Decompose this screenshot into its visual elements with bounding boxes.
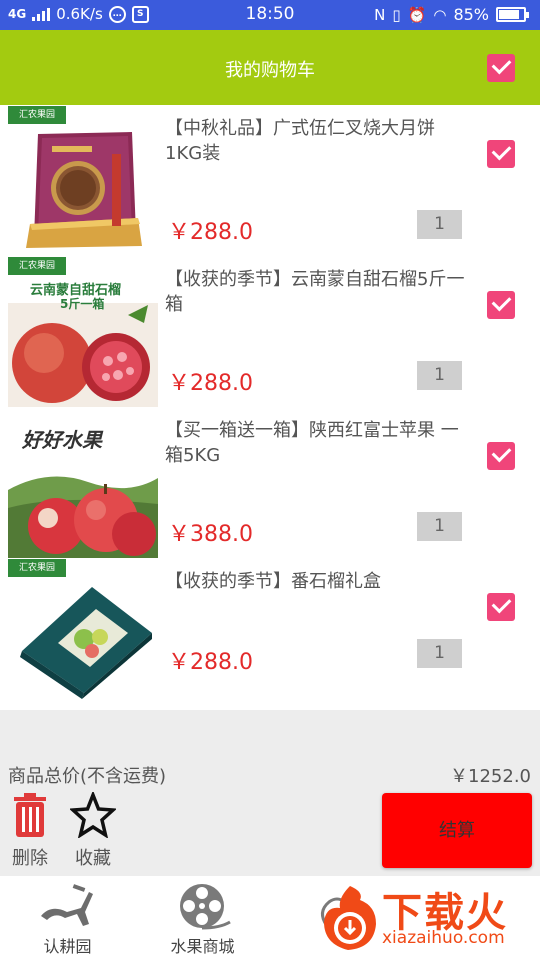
status-right: N ▯ ⏰ ◠ 85%: [374, 5, 529, 24]
brand-tag: 汇农果园: [8, 257, 66, 275]
item-checkbox[interactable]: [487, 291, 515, 319]
quantity-field[interactable]: 1: [417, 210, 462, 239]
pomegranate-sub: 5斤一箱: [60, 297, 105, 311]
product-title[interactable]: 【买一箱送一箱】陕西红富士苹果 一箱5KG: [165, 418, 465, 468]
cart-item: 好好水果 【买一箱送一箱】陕西红富士苹果 一箱5KG ￥388.0 1: [0, 408, 540, 560]
nfc-icon: N: [374, 5, 386, 24]
flame-logo-icon: [324, 886, 376, 950]
cart-item: 汇农果园 【收获的季节】番石榴礼盒 ￥288.0 1: [0, 559, 540, 711]
item-checkbox[interactable]: [487, 593, 515, 621]
page-title: 我的购物车: [225, 60, 315, 81]
product-title[interactable]: 【收获的季节】番石榴礼盒: [165, 569, 465, 594]
star-icon: [68, 790, 118, 839]
brand-tag: 汇农果园: [8, 106, 66, 124]
film-reel-icon: [180, 884, 231, 930]
product-price: ￥288.0: [168, 371, 253, 396]
product-image[interactable]: 汇农果园 云南蒙自甜石榴 5斤一箱: [8, 257, 158, 407]
favorite-label: 收藏: [75, 848, 111, 869]
item-checkbox[interactable]: [487, 442, 515, 470]
product-image[interactable]: 好好水果: [8, 408, 158, 558]
battery-icon: [496, 7, 529, 22]
guava-gift-box-image: [8, 559, 158, 709]
checkout-button[interactable]: 结算: [382, 793, 532, 868]
wifi-icon: ◠: [433, 5, 447, 24]
product-image[interactable]: 汇农果园: [8, 106, 158, 256]
total-value: ￥1252.0: [450, 766, 531, 787]
favorite-button[interactable]: 收藏: [68, 790, 118, 870]
delete-label: 删除: [12, 848, 48, 869]
product-title[interactable]: 【中秋礼品】广式伍仁叉烧大月饼 1KG装: [165, 116, 465, 166]
brand-tag: 汇农果园: [8, 559, 66, 577]
app-header: 我的购物车: [0, 30, 540, 105]
alarm-icon: ⏰: [407, 5, 427, 24]
product-price: ￥288.0: [168, 220, 253, 245]
watermark: 下载火 xiazaihuo.com: [318, 878, 540, 960]
battery-fill: [499, 10, 519, 19]
quantity-field[interactable]: 1: [417, 639, 462, 668]
product-title[interactable]: 【收获的季节】云南蒙自甜石榴5斤一箱: [165, 267, 465, 317]
nav-label: 水果商城: [170, 937, 235, 956]
trash-icon: [14, 793, 46, 837]
status-bar: 4G 0.6K/s … S 18:50 N ▯ ⏰ ◠ 85%: [0, 0, 540, 30]
select-all-checkbox[interactable]: [487, 54, 515, 82]
cart-item: 汇农果园 【中秋礼品】广式伍仁叉烧大月饼 1KG装 ￥288.0 1: [0, 106, 540, 258]
product-price: ￥388.0: [168, 522, 253, 547]
watermark-en: xiazaihuo.com: [382, 928, 505, 948]
delete-button[interactable]: 删除: [8, 792, 52, 870]
item-checkbox[interactable]: [487, 140, 515, 168]
quantity-field[interactable]: 1: [417, 512, 462, 541]
cart-item: 汇农果园 云南蒙自甜石榴 5斤一箱 【收获的季节】云南蒙自甜石榴5斤一箱 ￥28…: [0, 257, 540, 409]
product-image[interactable]: 汇农果园: [8, 559, 158, 709]
plough-icon: [41, 884, 93, 926]
nav-item-farm[interactable]: 认耕园: [0, 876, 135, 960]
mooncake-box-image: [8, 106, 158, 256]
apple-banner: 好好水果: [22, 428, 102, 452]
product-price: ￥288.0: [168, 650, 253, 675]
nav-item-fruit-mall[interactable]: 水果商城: [135, 876, 270, 960]
quantity-field[interactable]: 1: [417, 361, 462, 390]
nav-label: 认耕园: [43, 937, 92, 956]
battery-percent: 85%: [453, 5, 489, 24]
vibrate-icon: ▯: [392, 5, 401, 24]
total-label: 商品总价(不含运费): [8, 766, 167, 787]
